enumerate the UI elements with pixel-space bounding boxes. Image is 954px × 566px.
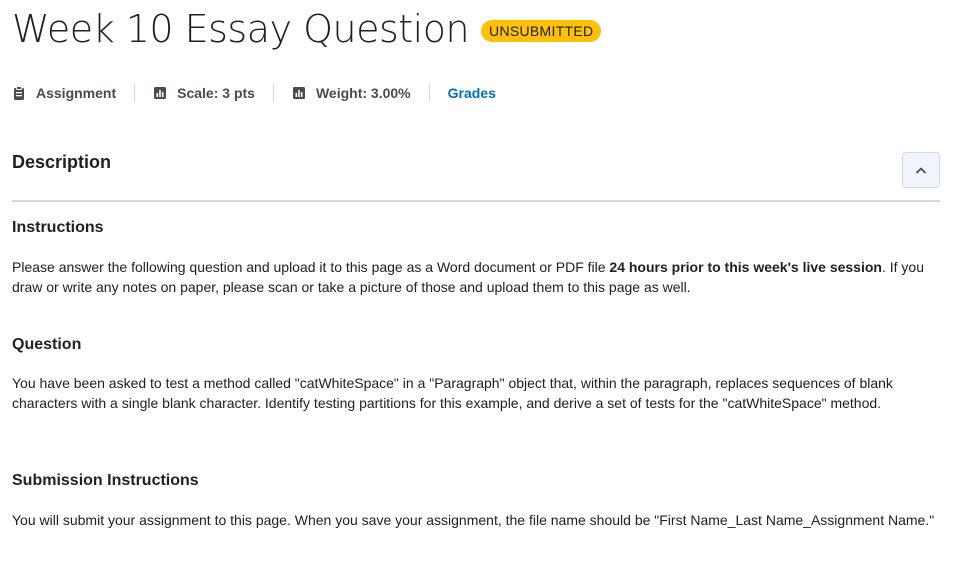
- meta-scale-label: Scale: 3 pts: [177, 85, 255, 101]
- instructions-deadline: 24 hours prior to this week's live sessi…: [609, 259, 882, 275]
- assignment-meta: Assignment Scale: 3 pts Weight: 3.00% Gr…: [12, 82, 496, 104]
- meta-weight: Weight: 3.00%: [292, 85, 411, 101]
- instructions-text-part: Please answer the following question and…: [12, 259, 610, 275]
- chart-icon: [292, 86, 306, 100]
- meta-type-label: Assignment: [36, 85, 117, 101]
- status-badge: UNSUBMITTED: [481, 20, 602, 42]
- chart-icon: [153, 86, 167, 100]
- description-title: Description: [12, 152, 112, 172]
- collapse-description-button[interactable]: [902, 152, 940, 188]
- meta-type: Assignment: [12, 85, 116, 101]
- page-title: Week 10 Essay Question: [12, 7, 470, 51]
- meta-weight-label: Weight: 3.00%: [315, 85, 411, 101]
- instructions-text: Please answer the following question and…: [12, 257, 940, 297]
- title-row: Week 10 Essay Question UNSUBMITTED: [12, 4, 602, 54]
- meta-divider: [134, 84, 136, 102]
- clipboard-icon: [12, 86, 26, 100]
- meta-divider: [428, 84, 430, 102]
- meta-scale: Scale: 3 pts: [153, 85, 255, 101]
- submission-text: You will submit your assignment to this …: [12, 512, 935, 528]
- meta-divider: [272, 84, 274, 102]
- question-text: You have been asked to test a method cal…: [12, 375, 893, 411]
- instructions-heading: Instructions: [12, 219, 104, 236]
- grades-link[interactable]: Grades: [448, 85, 496, 101]
- question-heading: Question: [12, 336, 82, 353]
- chevron-up-icon: [915, 166, 927, 174]
- submission-heading: Submission Instructions: [12, 472, 199, 489]
- description-header: Description: [12, 150, 940, 202]
